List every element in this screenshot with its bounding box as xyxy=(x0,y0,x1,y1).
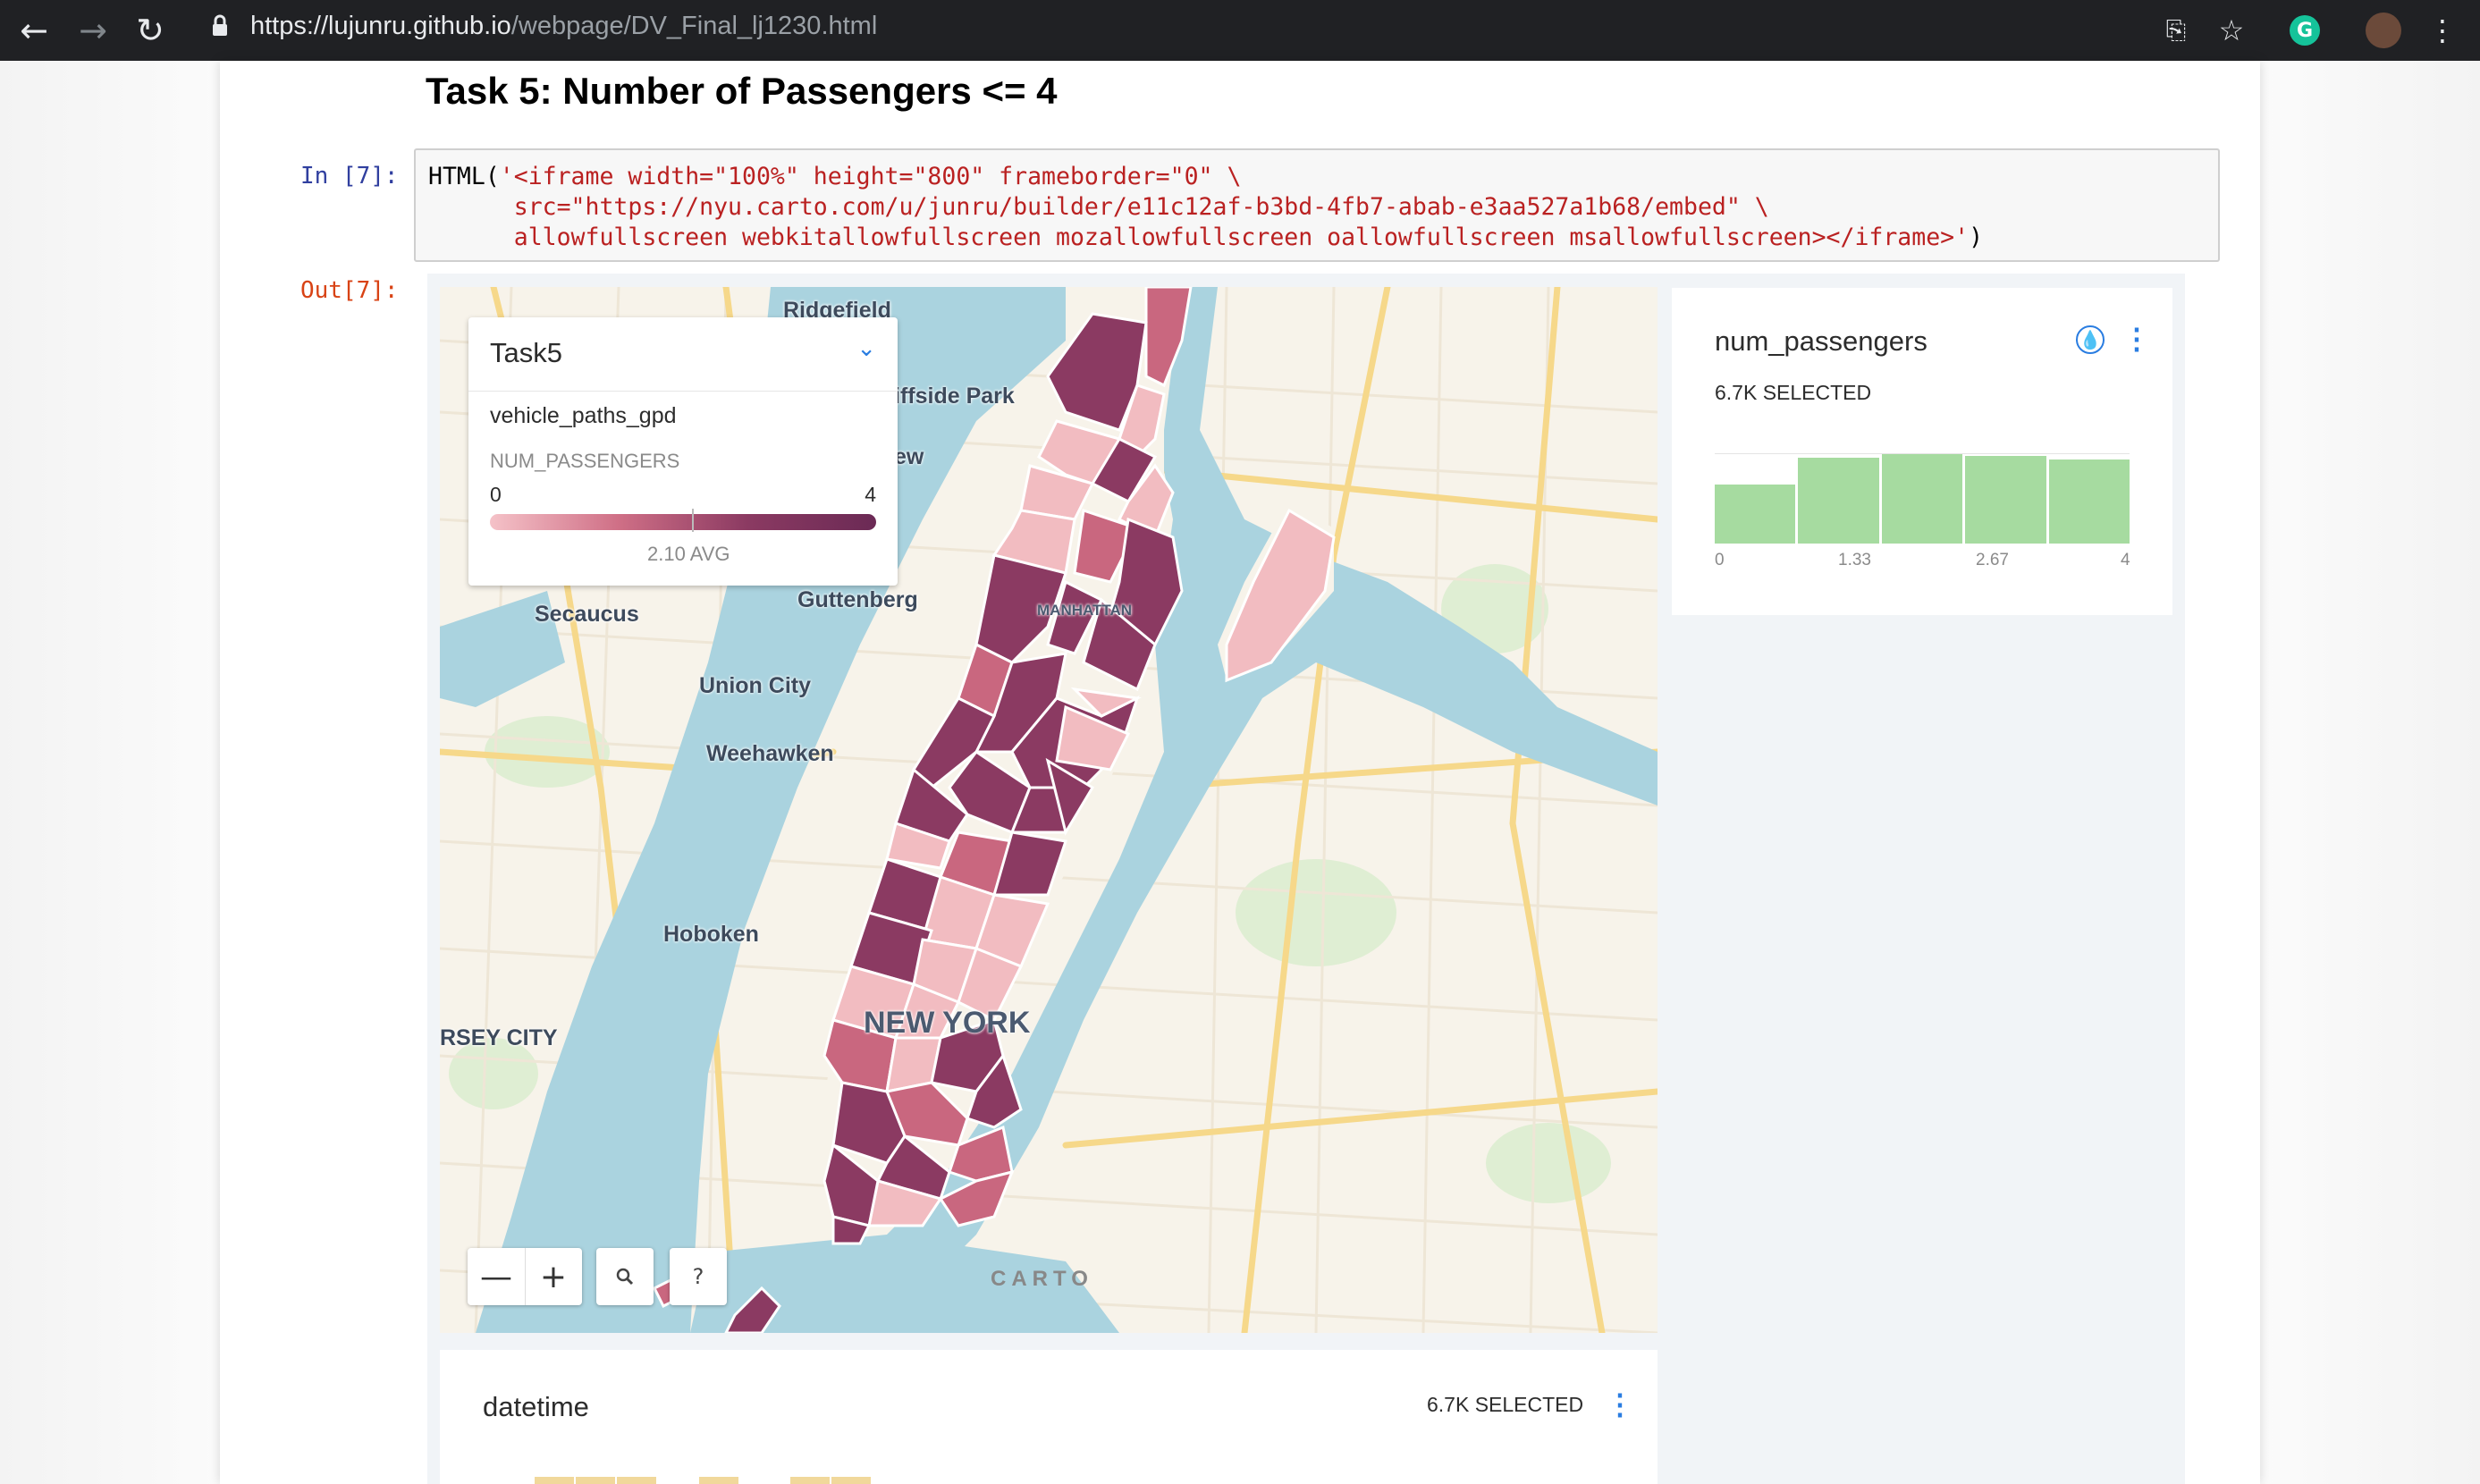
color-drop-icon[interactable]: 💧 xyxy=(2076,325,2105,354)
section-heading: Task 5: Number of Passengers <= 4 xyxy=(426,70,1058,112)
num-passengers-widget: num_passengers 💧 ⋮ 6.7K SELECTED 0 1.33 … xyxy=(1672,288,2172,615)
time-series-bar[interactable] xyxy=(535,1477,574,1484)
reload-icon[interactable]: ↻ xyxy=(129,9,172,52)
url-text[interactable]: https://lujunru.github.io/webpage/DV_Fin… xyxy=(250,12,877,41)
map-label-new-york: NEW YORK xyxy=(864,1006,1031,1040)
histogram-bar[interactable] xyxy=(1881,454,1963,544)
url-path: /webpage/DV_Final_lj1230.html xyxy=(510,12,878,40)
zoom-in-button[interactable]: + xyxy=(525,1248,582,1305)
legend-title: Task5 xyxy=(490,337,562,368)
help-button[interactable]: ? xyxy=(670,1248,727,1305)
zoom-out-button[interactable]: — xyxy=(468,1248,525,1305)
histogram-bar[interactable] xyxy=(1965,456,2046,544)
translate-icon[interactable]: ⎘ xyxy=(2156,11,2196,50)
histogram-tick: 1.33 xyxy=(1838,551,1871,569)
input-prompt: In [7]: xyxy=(300,163,399,190)
histogram-tick: 0 xyxy=(1715,551,1725,569)
search-icon[interactable] xyxy=(596,1248,654,1305)
histogram-tick: 2.67 xyxy=(1976,551,2009,569)
histogram-bar[interactable] xyxy=(1715,485,1796,544)
map-label-guttenberg: Guttenberg xyxy=(797,587,918,612)
code-line-3: allowfullscreen webkitallowfullscreen mo… xyxy=(513,223,1984,251)
output-prompt: Out[7]: xyxy=(300,277,399,304)
grammarly-extension-icon[interactable]: G xyxy=(2285,11,2324,50)
widget-menu-icon[interactable]: ⋮ xyxy=(2122,322,2151,356)
map-label-fairview: ew xyxy=(894,444,924,469)
map-label-secaucus: Secaucus xyxy=(535,602,639,627)
widget-title: datetime xyxy=(483,1391,589,1422)
histogram[interactable] xyxy=(1715,454,2130,544)
back-arrow-icon[interactable]: ← xyxy=(13,9,55,52)
profile-avatar-icon[interactable] xyxy=(2364,11,2403,50)
map-label-jersey-city: RSEY CITY xyxy=(440,1025,558,1050)
legend-layer-name: vehicle_paths_gpd xyxy=(490,403,677,428)
time-series-bar[interactable] xyxy=(831,1477,871,1484)
histogram-bar[interactable] xyxy=(2048,460,2130,544)
map-label-hoboken: Hoboken xyxy=(663,922,759,947)
widget-selected-count: 6.7K SELECTED xyxy=(1427,1393,1584,1416)
browser-menu-icon[interactable]: ⋮ xyxy=(2423,11,2462,50)
map-legend: Task5 ⌄ vehicle_paths_gpd NUM_PASSENGERS… xyxy=(468,317,898,586)
chevron-down-icon[interactable]: ⌄ xyxy=(856,335,876,362)
url-host: https://lujunru.github.io xyxy=(250,12,511,40)
time-series-bar[interactable] xyxy=(617,1477,656,1484)
legend-max-value: 4 xyxy=(865,483,876,506)
legend-divider xyxy=(468,391,898,392)
browser-toolbar: ← → ↻ https://lujunru.github.io/webpage/… xyxy=(0,0,2480,61)
code-line-1: HTML('<iframe width="100%" height="800" … xyxy=(428,163,1242,190)
legend-min-value: 0 xyxy=(490,483,502,506)
legend-field-name: NUM_PASSENGERS xyxy=(490,450,680,472)
code-line-2: src="https://nyu.carto.com/u/junru/build… xyxy=(513,193,1769,221)
legend-avg-marker xyxy=(692,509,694,532)
time-series-bar[interactable] xyxy=(790,1477,830,1484)
histogram-bar[interactable] xyxy=(1798,458,1879,544)
map-label-union-city: Union City xyxy=(699,673,811,698)
histogram-tick: 4 xyxy=(2121,551,2130,569)
map-label-weehawken: Weehawken xyxy=(706,741,834,766)
time-series-bar[interactable] xyxy=(576,1477,615,1484)
zoom-controls: — + xyxy=(468,1248,582,1305)
page-left-gutter xyxy=(0,61,220,1484)
code-cell[interactable]: HTML('<iframe width="100%" height="800" … xyxy=(414,148,2220,262)
bookmark-star-icon[interactable]: ☆ xyxy=(2212,11,2251,50)
widget-menu-icon[interactable]: ⋮ xyxy=(1606,1387,1634,1421)
map-label-manhattan: MANHATTAN xyxy=(1037,602,1133,619)
time-series-bar[interactable] xyxy=(699,1477,738,1484)
lock-icon xyxy=(213,14,227,36)
page-right-gutter xyxy=(2260,61,2480,1484)
carto-attribution-logo[interactable]: CARTO xyxy=(991,1267,1093,1292)
legend-avg-label: 2.10 AVG xyxy=(647,543,730,565)
widget-title: num_passengers xyxy=(1715,325,1927,357)
widget-selected-count: 6.7K SELECTED xyxy=(1715,381,1872,404)
datetime-widget: datetime 6.7K SELECTED ⋮ xyxy=(440,1350,1658,1484)
forward-arrow-icon[interactable]: → xyxy=(72,9,114,52)
legend-color-ramp xyxy=(490,514,876,530)
map-label-cliffside-park: iffside Park xyxy=(894,384,1015,409)
